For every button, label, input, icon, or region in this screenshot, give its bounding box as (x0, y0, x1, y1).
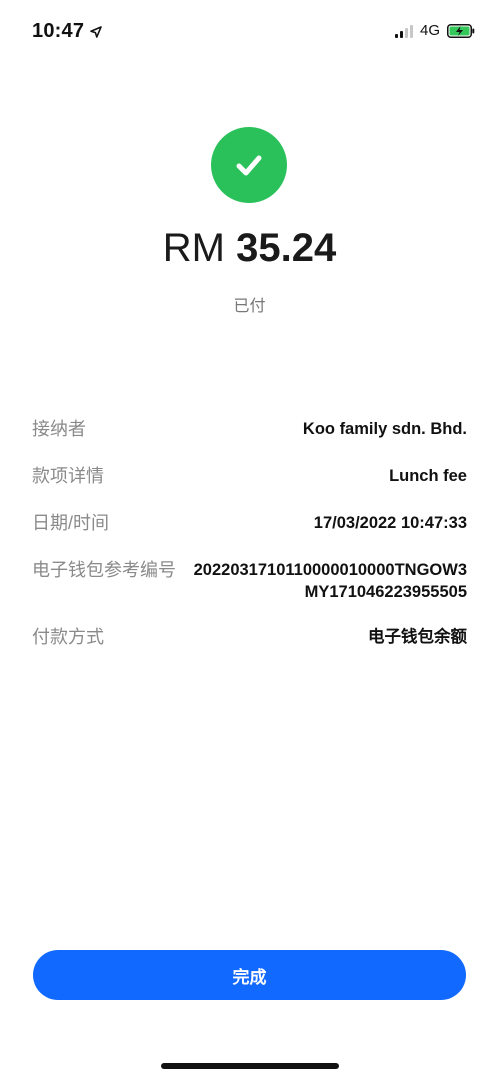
currency-label: RM (162, 226, 225, 270)
status-indicators: 4G (394, 22, 475, 39)
transaction-details: 接纳者 Koo family sdn. Bhd. 款项详情 Lunch fee … (32, 416, 467, 664)
recipient-value: Koo family sdn. Bhd. (302, 420, 467, 438)
detail-row-payment-method: 付款方式 电子钱包余额 (32, 624, 467, 664)
detail-row-description: 款项详情 Lunch fee (32, 463, 467, 510)
payment-status: 已付 (233, 298, 266, 315)
done-button[interactable]: 完成 (33, 950, 466, 1000)
location-arrow-icon (90, 25, 102, 38)
network-type: 4G (419, 22, 440, 39)
reference-label: 电子钱包参考编号 (32, 560, 176, 580)
recipient-label: 接纳者 (32, 419, 86, 439)
datetime-label: 日期/时间 (32, 513, 110, 533)
detail-row-datetime: 日期/时间 17/03/2022 10:47:33 (32, 510, 467, 557)
reference-value: 20220317101100000100​00TNGOW3MY171046223… (193, 561, 467, 601)
payment-method-value: 电子钱包余额 (368, 628, 467, 646)
description-label: 款项详情 (32, 466, 104, 486)
signal-icon (394, 24, 413, 38)
description-value: Lunch fee (389, 467, 467, 485)
clock-time: 10:47 (32, 20, 85, 42)
battery-charging-icon (447, 23, 475, 38)
datetime-value: 17/03/2022 10:47:33 (313, 514, 467, 532)
detail-row-reference: 电子钱包参考编号 20220317101100000100​00TNGOW3MY… (32, 557, 467, 624)
status-bar: 10:47 4G (0, 0, 499, 62)
detail-row-recipient: 接纳者 Koo family sdn. Bhd. (32, 416, 467, 463)
home-indicator[interactable] (161, 1063, 339, 1069)
checkmark-icon (236, 155, 262, 176)
check-circle-icon (211, 127, 287, 203)
status-time: 10:47 (32, 20, 102, 43)
payment-method-label: 付款方式 (32, 627, 104, 647)
amount-value: 35.24 (236, 226, 337, 270)
payment-amount: RM 35.24 (0, 226, 499, 271)
